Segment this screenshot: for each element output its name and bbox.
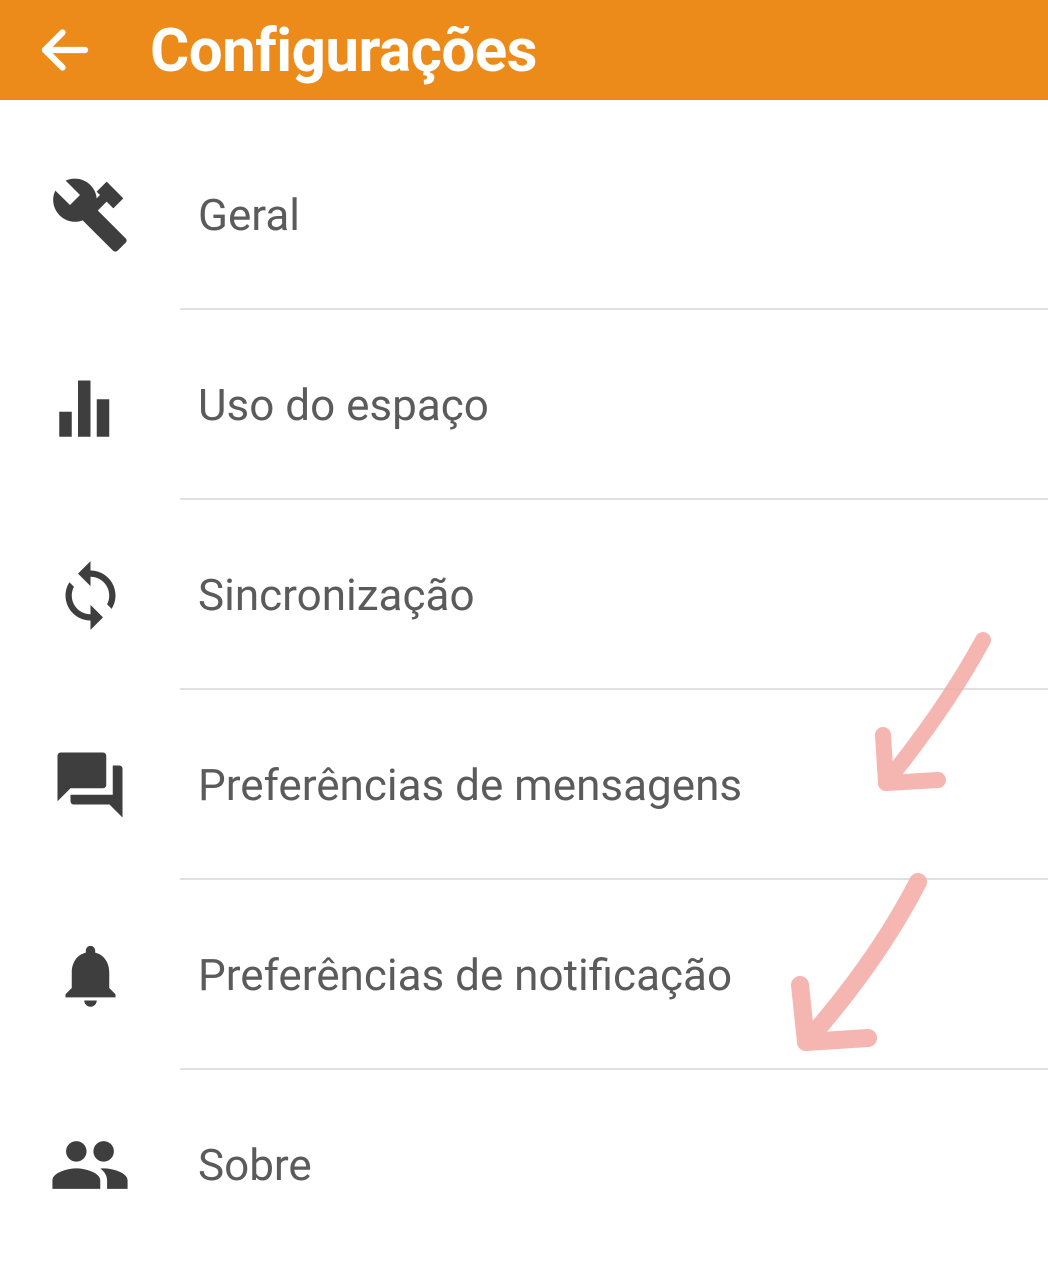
settings-item-label: Geral [198, 189, 300, 241]
messages-icon [30, 746, 150, 824]
settings-item-label: Sincronização [198, 569, 475, 621]
settings-item-message-prefs[interactable]: Preferências de mensagens [0, 690, 1048, 880]
settings-item-label: Uso do espaço [198, 379, 489, 431]
bar-chart-icon [30, 368, 150, 443]
settings-item-space-usage[interactable]: Uso do espaço [0, 310, 1048, 500]
page-title: Configurações [150, 15, 537, 86]
sync-icon [30, 558, 150, 633]
settings-list: Geral Uso do espaço Sincronização [0, 100, 1048, 1260]
settings-item-label: Preferências de mensagens [198, 759, 742, 811]
back-button[interactable] [30, 15, 100, 85]
arrow-left-icon [35, 20, 95, 80]
settings-item-notification-prefs[interactable]: Preferências de notificação [0, 880, 1048, 1070]
settings-item-general[interactable]: Geral [0, 120, 1048, 310]
settings-item-about[interactable]: Sobre [0, 1070, 1048, 1260]
bell-icon [30, 938, 150, 1013]
settings-item-label: Sobre [198, 1139, 312, 1191]
settings-item-label: Preferências de notificação [198, 949, 732, 1001]
settings-item-sync[interactable]: Sincronização [0, 500, 1048, 690]
header: Configurações [0, 0, 1048, 100]
tools-icon [30, 175, 150, 255]
people-icon [30, 1124, 150, 1206]
